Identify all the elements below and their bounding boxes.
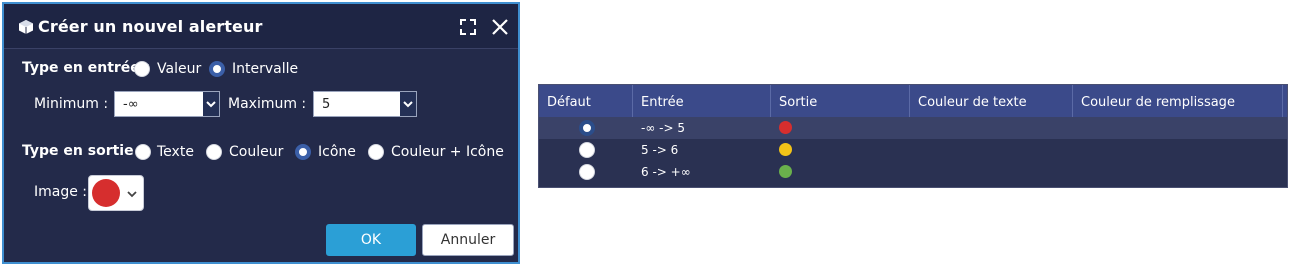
input-type-label: Type en entrée : — [22, 60, 151, 76]
dialog-title: Créer un nouvel alerteur — [38, 17, 263, 36]
red-circle-icon — [779, 121, 792, 134]
column-header-sortie[interactable]: Sortie — [771, 85, 910, 117]
input-type-radio-valeur[interactable] — [134, 61, 150, 77]
output-type-radio-icone[interactable] — [295, 144, 311, 160]
default-radio[interactable] — [579, 142, 595, 158]
alerter-rules-table: Défaut Entrée Sortie Couleur de texte Co… — [538, 84, 1288, 188]
output-type-option-label: Texte — [157, 144, 194, 160]
chevron-down-icon — [127, 191, 137, 198]
entry-cell: 6 -> +∞ — [641, 165, 691, 179]
column-header-couleur-remplissage[interactable]: Couleur de remplissage — [1073, 85, 1283, 117]
create-alerter-dialog: Créer un nouvel alerteur Type en entrée … — [2, 2, 520, 264]
column-header-couleur-texte[interactable]: Couleur de texte — [910, 85, 1073, 117]
entry-cell: 5 -> 6 — [641, 143, 679, 157]
green-circle-icon — [779, 165, 792, 178]
table-row[interactable]: 5 -> 6 — [539, 139, 1287, 161]
output-type-label: Type en sortie : — [22, 143, 145, 159]
output-type-radio-couleur-icone[interactable] — [368, 144, 384, 160]
red-circle-icon — [92, 179, 120, 207]
output-type-radio-couleur[interactable] — [206, 144, 222, 160]
cube-icon — [19, 20, 33, 34]
ok-button[interactable]: OK — [326, 224, 416, 256]
cancel-button[interactable]: Annuler — [422, 224, 514, 256]
image-picker[interactable] — [88, 175, 144, 211]
table-row[interactable]: -∞ -> 5 — [539, 117, 1287, 139]
default-radio[interactable] — [579, 164, 595, 180]
dialog-header: Créer un nouvel alerteur — [4, 4, 518, 49]
table-row[interactable]: 6 -> +∞ — [539, 161, 1287, 183]
chevron-down-icon — [203, 92, 219, 116]
maximum-select[interactable]: 5 — [313, 91, 417, 117]
input-type-option-label: Valeur — [157, 61, 202, 77]
input-type-option-label: Intervalle — [232, 61, 299, 77]
input-type-radio-intervalle[interactable] — [209, 61, 225, 77]
chevron-down-icon — [400, 92, 416, 116]
output-type-radio-texte[interactable] — [135, 144, 151, 160]
maximum-label: Maximum : — [228, 96, 307, 112]
yellow-circle-icon — [779, 143, 792, 156]
maximum-value: 5 — [322, 97, 331, 112]
maximize-icon[interactable] — [459, 18, 477, 36]
image-label: Image : — [34, 184, 88, 200]
minimum-value: -∞ — [123, 97, 139, 112]
minimum-select[interactable]: -∞ — [114, 91, 220, 117]
column-header-defaut[interactable]: Défaut — [539, 85, 633, 117]
column-header-entree[interactable]: Entrée — [633, 85, 771, 117]
table-header: Défaut Entrée Sortie Couleur de texte Co… — [539, 85, 1287, 117]
default-radio[interactable] — [579, 120, 595, 136]
output-type-option-label: Couleur + Icône — [391, 144, 504, 160]
entry-cell: -∞ -> 5 — [641, 121, 685, 135]
output-type-option-label: Couleur — [229, 144, 284, 160]
output-type-option-label: Icône — [318, 144, 356, 160]
close-icon[interactable] — [491, 18, 509, 36]
minimum-label: Minimum : — [34, 96, 109, 112]
